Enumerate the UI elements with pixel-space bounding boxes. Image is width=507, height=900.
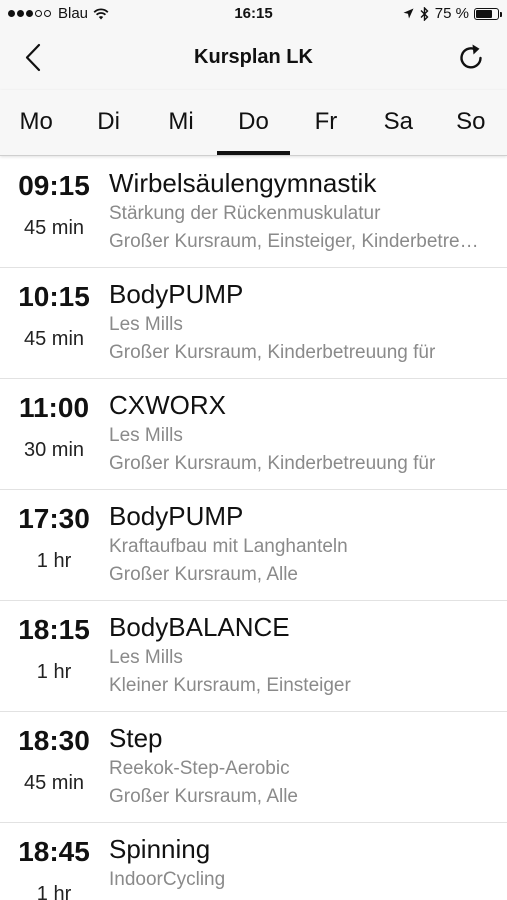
course-subtitle: IndoorCycling — [109, 869, 226, 890]
tab-day[interactable]: Fr — [290, 90, 362, 155]
course-row[interactable]: 17:30 1 hr BodyPUMP Kraftaufbau mit Lang… — [0, 490, 507, 601]
course-duration: 1 hr — [36, 550, 72, 572]
course-row[interactable]: 11:00 30 min CXWORX Les Mills Großer Kur… — [0, 379, 507, 490]
tab-day-label: Sa — [383, 108, 413, 135]
course-duration: 45 min — [23, 772, 85, 794]
page-title: Kursplan LK — [194, 46, 313, 68]
course-title: CXWORX — [109, 390, 226, 420]
battery-icon — [474, 7, 502, 20]
status-bar: Blau 16:15 75 % — [0, 0, 507, 30]
course-subtitle: Kraftaufbau mit Langhanteln — [109, 536, 348, 557]
course-title: BodyPUMP — [109, 279, 244, 309]
course-title: Spinning — [109, 834, 211, 864]
course-time: 09:15 — [18, 170, 90, 201]
course-time: 18:15 — [18, 614, 90, 645]
course-time: 18:30 — [18, 725, 90, 756]
course-row[interactable]: 18:30 45 min Step Reekok-Step-Aerobic Gr… — [0, 712, 507, 823]
course-subtitle: Reekok-Step-Aerobic — [109, 758, 290, 779]
course-title: BodyBALANCE — [109, 612, 290, 642]
course-location: Großer Kursraum, Einsteiger, Kinderbetre… — [109, 231, 483, 252]
weekday-tabs: Mo Di Mi Do Fr Sa So — [0, 90, 507, 156]
tab-day-label: Do — [238, 108, 269, 135]
battery-percentage: 75 % — [434, 5, 469, 22]
bluetooth-icon — [420, 6, 429, 21]
course-row[interactable]: 18:15 1 hr BodyBALANCE Les Mills Kleiner… — [0, 601, 507, 712]
course-time: 10:15 — [18, 281, 90, 312]
course-subtitle: Les Mills — [109, 425, 183, 446]
course-location: Großer Kursraum, Kinderbetreuung für — [109, 453, 436, 474]
course-duration: 1 hr — [36, 883, 72, 900]
course-row[interactable]: 10:15 45 min BodyPUMP Les Mills Großer K… — [0, 268, 507, 379]
course-location: Großer Kursraum, Alle — [109, 564, 298, 585]
course-time: 18:45 — [18, 836, 90, 867]
tab-day-label: Fr — [314, 108, 338, 135]
course-subtitle: Les Mills — [109, 647, 183, 668]
course-subtitle: Les Mills — [109, 314, 183, 335]
course-time: 17:30 — [18, 503, 90, 534]
course-duration: 45 min — [23, 217, 85, 239]
tab-day-label: So — [456, 108, 486, 135]
course-location: Großer Kursraum, Alle — [109, 786, 298, 807]
course-location: Großer Kursraum, Kinderbetreuung für — [109, 342, 436, 363]
tab-day[interactable]: Mo — [0, 90, 72, 155]
location-arrow-icon — [403, 8, 414, 19]
refresh-button[interactable] — [455, 41, 489, 75]
course-list: 09:15 45 min Wirbelsäulengymnastik Stärk… — [0, 157, 507, 900]
course-duration: 30 min — [23, 439, 85, 461]
tab-day-label: Mi — [168, 108, 194, 135]
course-title: BodyPUMP — [109, 501, 244, 531]
refresh-icon — [460, 44, 482, 69]
course-duration: 45 min — [23, 328, 85, 350]
tab-day[interactable]: Sa — [362, 90, 434, 155]
tab-day[interactable]: Di — [72, 90, 144, 155]
course-time: 11:00 — [18, 392, 90, 423]
status-bar-right: 75 % — [397, 5, 502, 22]
active-tab-indicator — [217, 151, 290, 155]
tab-day[interactable]: Mi — [145, 90, 217, 155]
course-subtitle: Stärkung der Rückenmuskulatur — [109, 203, 381, 224]
course-title: Step — [109, 723, 163, 753]
course-row[interactable]: 09:15 45 min Wirbelsäulengymnastik Stärk… — [0, 157, 507, 268]
tab-day[interactable]: So — [435, 90, 507, 155]
tab-day-label: Mo — [19, 108, 53, 135]
course-location: Kleiner Kursraum, Einsteiger — [109, 675, 351, 696]
tab-day-label: Di — [97, 108, 120, 135]
course-row[interactable]: 18:45 1 hr Spinning IndoorCycling — [0, 823, 507, 900]
navigation-bar: Kursplan LK — [0, 30, 507, 90]
course-duration: 1 hr — [36, 661, 72, 683]
tab-day[interactable]: Do — [217, 90, 290, 155]
course-title: Wirbelsäulengymnastik — [109, 168, 377, 198]
